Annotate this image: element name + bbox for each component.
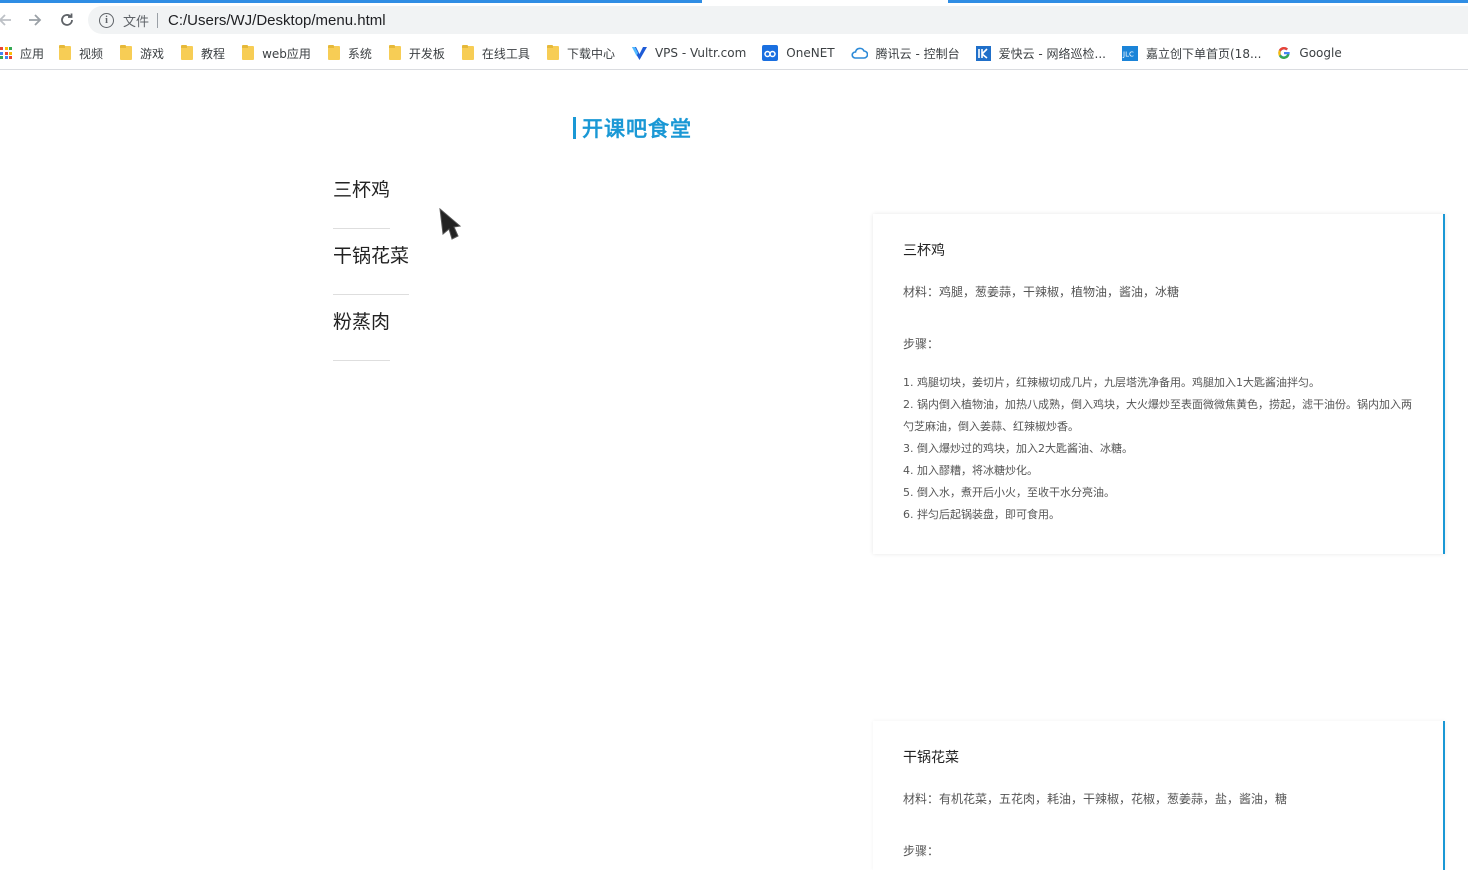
recipe-steps-label: 步骤： xyxy=(903,844,940,858)
browser-toolbar: i 文件 C:/Users/WJ/Desktop/menu.html xyxy=(0,3,1468,37)
bookmark-label: VPS - Vultr.com xyxy=(654,46,747,60)
folder-icon xyxy=(181,45,194,60)
apps-grid-icon xyxy=(0,47,12,59)
menu-item-ganguo-huacai[interactable]: 干锅花菜 xyxy=(333,229,410,295)
ikuai-icon xyxy=(975,45,991,61)
recipe-step: 2. 锅内倒入植物油，加热八成熟，倒入鸡块，大火爆炒至表面微微焦黄色，捞起，滤干… xyxy=(903,398,1412,433)
recipe-materials: 材料：鸡腿，葱姜蒜，干辣椒，植物油，酱油，冰糖 xyxy=(903,285,1180,299)
folder-icon xyxy=(388,45,401,60)
bookmark-label: 教程 xyxy=(201,46,226,61)
bookmark-label: 应用 xyxy=(20,46,45,61)
jlc-icon: JLC xyxy=(1122,45,1138,61)
tencent-cloud-icon xyxy=(851,47,868,59)
menu-item-sanbeiji[interactable]: 三杯鸡 xyxy=(333,163,391,229)
recipe-title: 三杯鸡 xyxy=(903,243,945,259)
bookmark-label: OneNET xyxy=(786,46,835,60)
folder-icon xyxy=(120,45,133,60)
google-icon xyxy=(1278,46,1291,59)
bookmark-label: 在线工具 xyxy=(481,46,530,61)
recipe-step: 5. 倒入水，煮开后小火，至收干水分亮油。 xyxy=(903,486,1115,499)
bookmark-folder-games[interactable]: 游戏 xyxy=(120,41,164,65)
bookmark-label: 视频 xyxy=(79,46,104,61)
recipe-step: 1. 鸡腿切块，姜切片，红辣椒切成几片，九层塔洗净备用。鸡腿加入1大匙酱油拌匀。 xyxy=(903,376,1320,389)
menu-item-fenzhengrou[interactable]: 粉蒸肉 xyxy=(333,295,391,361)
address-url[interactable]: C:/Users/WJ/Desktop/menu.html xyxy=(168,12,386,29)
bookmark-folder-web-apps[interactable]: web应用 xyxy=(242,41,311,65)
arrow-left-icon xyxy=(0,14,11,26)
recipe-card-sanbeiji: 三杯鸡 材料：鸡腿，葱姜蒜，干辣椒，植物油，酱油，冰糖 步骤： 1. 鸡腿切块，… xyxy=(873,214,1445,554)
bookmark-folder-online-tools[interactable]: 在线工具 xyxy=(461,41,530,65)
bookmark-onenet[interactable]: OneNET xyxy=(762,41,835,65)
bookmark-label: 系统 xyxy=(347,46,372,61)
arrow-right-icon xyxy=(29,14,42,26)
bookmark-folder-system[interactable]: 系统 xyxy=(327,41,372,65)
reload-button[interactable] xyxy=(56,9,78,31)
bookmark-vultr[interactable]: VPS - Vultr.com xyxy=(631,41,747,65)
recipe-steps-label: 步骤： xyxy=(903,337,940,351)
bookmark-google[interactable]: Google xyxy=(1277,41,1342,65)
bookmark-label: 爱快云 - 网络巡检... xyxy=(998,46,1106,61)
bookmark-label: web应用 xyxy=(262,46,311,61)
folder-icon xyxy=(327,45,340,60)
vultr-icon xyxy=(631,46,647,60)
site-info-icon[interactable]: i xyxy=(99,12,114,28)
back-button[interactable] xyxy=(0,9,16,31)
recipe-step: 4. 加入醪糟，将冰糖炒化。 xyxy=(903,464,1038,477)
bookmark-folder-videos[interactable]: 视频 xyxy=(59,41,103,65)
folder-icon xyxy=(242,45,255,60)
folder-icon xyxy=(546,45,559,60)
bookmark-label: 游戏 xyxy=(140,46,165,61)
recipe-steps: 1. 鸡腿切块，姜切片，红辣椒切成几片，九层塔洗净备用。鸡腿加入1大匙酱油拌匀。… xyxy=(903,372,1413,526)
bookmark-tencent-cloud[interactable]: 腾讯云 - 控制台 xyxy=(851,41,960,65)
recipe-step: 6. 拌匀后起锅装盘，即可食用。 xyxy=(903,508,1060,521)
forward-button[interactable] xyxy=(24,9,46,31)
page-title-text: 开课吧食堂 xyxy=(582,117,692,141)
bookmark-folder-tutorials[interactable]: 教程 xyxy=(181,41,225,65)
bookmark-label: 下载中心 xyxy=(566,46,615,61)
bookmark-label: 嘉立创下单首页(18... xyxy=(1146,46,1262,61)
bookmark-ikuai[interactable]: 爱快云 - 网络巡检... xyxy=(975,41,1106,65)
bookmark-apps[interactable]: 应用 xyxy=(0,41,44,65)
recipe-title: 干锅花菜 xyxy=(903,750,959,766)
page-title: 开课吧食堂 xyxy=(573,115,692,141)
title-accent-bar xyxy=(573,117,576,139)
bookmark-folder-dev-boards[interactable]: 开发板 xyxy=(388,41,445,65)
bookmarks-bar: 应用 视频 游戏 教程 web应用 系统 开发板 在线工具 下载中心 VPS -… xyxy=(0,37,1468,70)
recipe-step: 3. 倒入爆炒过的鸡块，加入2大匙酱油、冰糖。 xyxy=(903,442,1133,455)
reload-icon xyxy=(61,13,73,26)
recipe-materials: 材料：有机花菜，五花肉，耗油，干辣椒，花椒，葱姜蒜，盐，酱油，糖 xyxy=(903,792,1288,806)
folder-icon xyxy=(59,45,72,60)
mouse-cursor-icon xyxy=(439,208,462,240)
onenet-icon xyxy=(762,45,779,61)
bookmark-folder-downloads[interactable]: 下载中心 xyxy=(546,41,615,65)
folder-icon xyxy=(461,45,474,60)
address-separator xyxy=(157,12,159,28)
address-scheme: 文件 xyxy=(123,14,150,30)
bookmark-label: Google xyxy=(1299,46,1342,60)
bookmark-label: 腾讯云 - 控制台 xyxy=(875,46,960,61)
bookmark-label: 开发板 xyxy=(408,46,445,61)
svg-text:JLC: JLC xyxy=(1122,50,1134,58)
address-bar[interactable]: i 文件 C:/Users/WJ/Desktop/menu.html xyxy=(88,6,1468,34)
dish-menu: 三杯鸡 干锅花菜 粉蒸肉 xyxy=(333,163,410,361)
recipe-card-ganguo-huacai: 干锅花菜 材料：有机花菜，五花肉，耗油，干辣椒，花椒，葱姜蒜，盐，酱油，糖 步骤… xyxy=(873,721,1445,870)
bookmark-jlc[interactable]: JLC 嘉立创下单首页(18... xyxy=(1122,41,1261,65)
